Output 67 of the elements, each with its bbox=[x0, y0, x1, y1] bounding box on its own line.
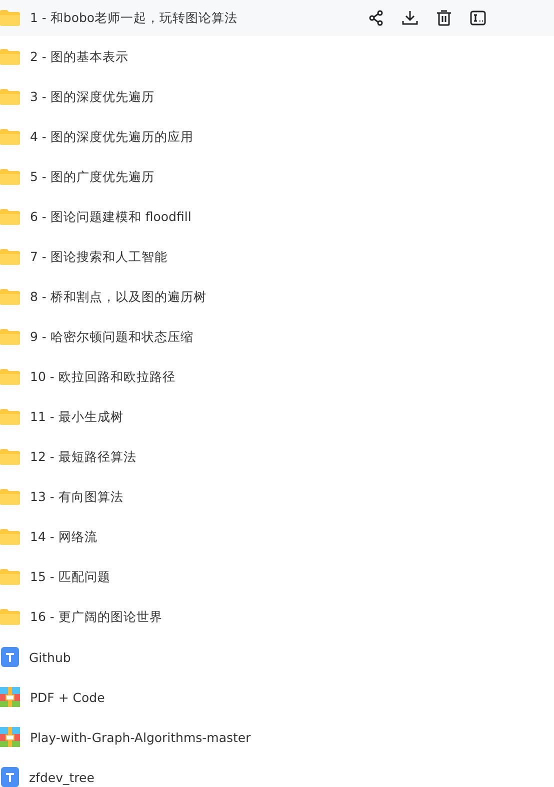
file-name: 5 - 图的广度优先遍历 bbox=[30, 168, 154, 186]
file-name: 10 - 欧拉回路和欧拉路径 bbox=[30, 368, 176, 386]
folder-icon bbox=[0, 569, 20, 585]
trash-icon bbox=[436, 10, 452, 26]
file-name: Github bbox=[29, 650, 71, 664]
file-row[interactable]: 9 - 哈密尔顿问题和状态压缩 bbox=[0, 317, 554, 357]
file-row[interactable]: 15 - 匹配问题 bbox=[0, 557, 554, 597]
file-row[interactable]: 13 - 有向图算法 bbox=[0, 477, 554, 517]
folder-icon bbox=[0, 209, 20, 225]
file-row[interactable]: 6 - 图论问题建模和 floodfill bbox=[0, 197, 554, 237]
file-row[interactable]: 4 - 图的深度优先遍历的应用 bbox=[0, 117, 554, 157]
folder-icon bbox=[0, 369, 20, 385]
file-name: 8 - 桥和割点，以及图的遍历树 bbox=[30, 288, 206, 306]
file-name: 1 - 和bobo老师一起，玩转图论算法 bbox=[30, 10, 238, 26]
file-row[interactable]: 11 - 最小生成树 bbox=[0, 397, 554, 437]
archive-icon bbox=[0, 727, 20, 747]
file-name: 15 - 匹配问题 bbox=[30, 568, 110, 586]
folder-icon bbox=[0, 529, 20, 545]
file-name: 7 - 图论搜索和人工智能 bbox=[30, 248, 168, 266]
file-name: 12 - 最短路径算法 bbox=[30, 448, 136, 466]
folder-icon bbox=[0, 449, 20, 465]
folder-icon bbox=[0, 489, 20, 505]
folder-icon bbox=[0, 289, 20, 305]
file-name: 3 - 图的深度优先遍历 bbox=[30, 88, 154, 106]
folder-icon bbox=[0, 10, 20, 26]
file-name: 16 - 更广阔的图论世界 bbox=[30, 608, 162, 626]
file-row[interactable]: Github bbox=[0, 637, 554, 677]
file-row[interactable]: 10 - 欧拉回路和欧拉路径 bbox=[0, 357, 554, 397]
folder-icon bbox=[0, 329, 20, 345]
file-row[interactable]: 1 - 和bobo老师一起，玩转图论算法 bbox=[0, 0, 554, 36]
file-name: 14 - 网络流 bbox=[30, 528, 98, 546]
file-row[interactable]: 12 - 最短路径算法 bbox=[0, 437, 554, 477]
file-row[interactable]: 16 - 更广阔的图论世界 bbox=[0, 597, 554, 637]
file-name: 4 - 图的深度优先遍历的应用 bbox=[30, 128, 194, 146]
delete-button[interactable] bbox=[434, 8, 454, 28]
file-row[interactable]: PDF + Code bbox=[0, 677, 554, 717]
file-name: 6 - 图论问题建模和 floodfill bbox=[30, 208, 192, 226]
folder-icon bbox=[0, 49, 20, 65]
document-icon bbox=[1, 767, 19, 787]
download-icon bbox=[402, 10, 418, 26]
file-name: 2 - 图的基本表示 bbox=[30, 48, 128, 66]
share-icon bbox=[368, 10, 384, 26]
rename-button[interactable] bbox=[468, 8, 488, 28]
file-name: Play-with-Graph-Algorithms-master bbox=[30, 730, 251, 744]
file-row[interactable]: 3 - 图的深度优先遍历 bbox=[0, 77, 554, 117]
file-row[interactable]: 7 - 图论搜索和人工智能 bbox=[0, 237, 554, 277]
download-button[interactable] bbox=[400, 8, 420, 28]
file-row[interactable]: zfdev_tree bbox=[0, 757, 554, 787]
file-name: 9 - 哈密尔顿问题和状态压缩 bbox=[30, 328, 194, 346]
file-row[interactable]: 8 - 桥和割点，以及图的遍历树 bbox=[0, 277, 554, 317]
folder-icon bbox=[0, 609, 20, 625]
folder-icon bbox=[0, 169, 20, 185]
folder-icon bbox=[0, 409, 20, 425]
file-row[interactable]: 2 - 图的基本表示 bbox=[0, 37, 554, 77]
file-name: PDF + Code bbox=[30, 690, 105, 704]
file-row[interactable]: Play-with-Graph-Algorithms-master bbox=[0, 717, 554, 757]
file-name: 11 - 最小生成树 bbox=[30, 408, 124, 426]
folder-icon bbox=[0, 89, 20, 105]
folder-icon bbox=[0, 249, 20, 265]
file-name: zfdev_tree bbox=[29, 770, 94, 784]
file-row[interactable]: 14 - 网络流 bbox=[0, 517, 554, 557]
file-name: 13 - 有向图算法 bbox=[30, 488, 124, 506]
folder-icon bbox=[0, 129, 20, 145]
document-icon bbox=[1, 647, 19, 667]
file-row[interactable]: 5 - 图的广度优先遍历 bbox=[0, 157, 554, 197]
archive-icon bbox=[0, 687, 20, 707]
rename-icon bbox=[470, 10, 486, 26]
